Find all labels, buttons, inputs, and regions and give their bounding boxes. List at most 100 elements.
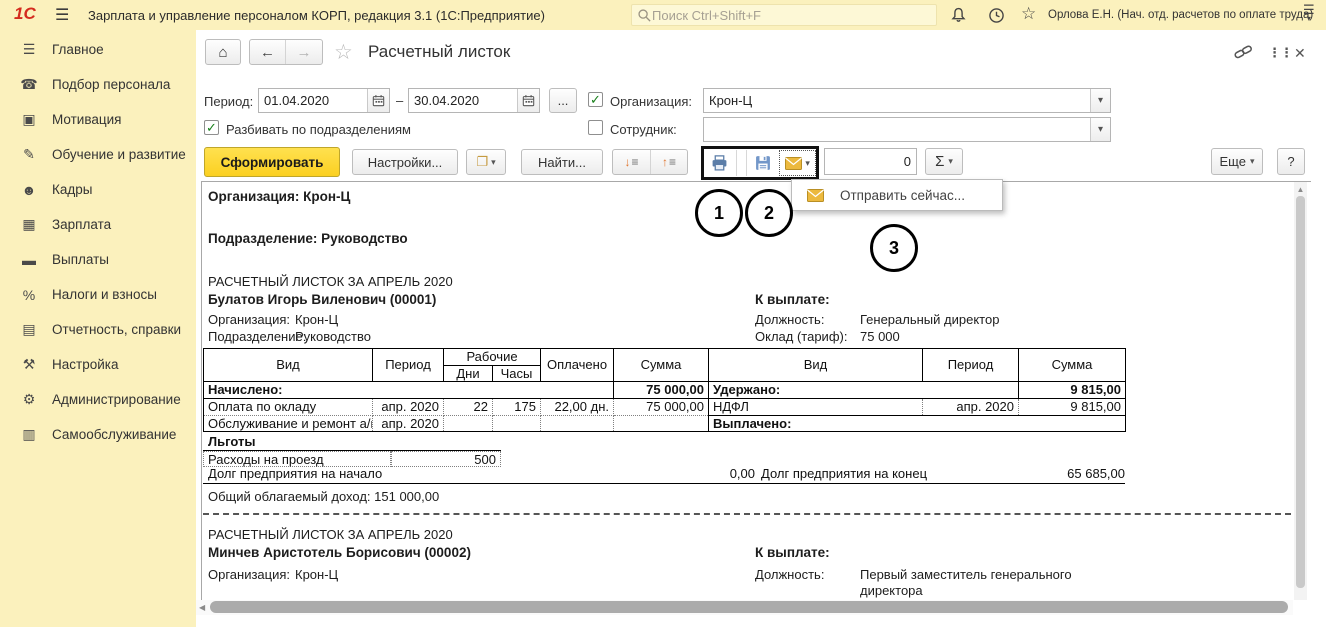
report-variants-button[interactable]: ❐ ▾ — [466, 149, 506, 175]
arrow-down-icon: ↓ — [624, 155, 630, 169]
send-now-menu-item[interactable]: Отправить сейчас... — [792, 180, 1002, 210]
taxable-income-line: Общий облагаемый доход: 151 000,00 — [208, 489, 439, 504]
scroll-left-icon[interactable]: ◀ — [199, 603, 205, 612]
ellipsis-label: ... — [558, 93, 569, 108]
global-search[interactable] — [631, 4, 937, 26]
sidebar-item-taxes[interactable]: %Налоги и взносы — [0, 277, 196, 312]
highlighted-toolbar-group: ▾ — [701, 146, 819, 180]
sidebar-item-salary[interactable]: ▦Зарплата — [0, 207, 196, 242]
generate-button[interactable]: Сформировать — [204, 147, 340, 177]
wrench-icon: ⚒ — [17, 356, 41, 373]
annotation-number: 3 — [889, 238, 899, 259]
find-button[interactable]: Найти... — [521, 149, 603, 175]
organization-checkbox[interactable]: ✓ — [588, 92, 603, 107]
search-input[interactable] — [652, 8, 912, 23]
favorite-star-icon[interactable]: ☆ — [334, 40, 353, 65]
printer-icon — [711, 155, 728, 171]
menu-icon: ☰ — [17, 41, 41, 58]
sidebar-item-settings[interactable]: ⚒Настройка — [0, 347, 196, 382]
period-variants-button[interactable]: ... — [549, 88, 577, 113]
date-to-input[interactable] — [409, 89, 517, 112]
horizontal-scrollbar-thumb[interactable] — [210, 601, 1288, 613]
accrued-label: Начислено: — [204, 382, 614, 399]
sidebar-item-administration[interactable]: ⚙Администрирование — [0, 382, 196, 417]
table-row: Обслуживание и ремонт а/м апр. 2020 Выпл… — [204, 415, 1126, 432]
annotation-circle-3: 3 — [870, 224, 918, 272]
organization-dropdown-button[interactable]: ▾ — [1090, 89, 1110, 112]
link-icon[interactable] — [1234, 44, 1253, 60]
cell-paid: 22,00 дн. — [541, 398, 614, 415]
close-icon[interactable]: ✕ — [1294, 45, 1306, 62]
header-sum-right: Сумма — [1019, 349, 1126, 382]
to-pay-label: К выплате: — [755, 292, 830, 307]
salary-value: 75 000 — [860, 329, 900, 344]
notifications-bell-icon[interactable] — [950, 7, 967, 24]
benefits-block: Льготы Расходы на проезд 500 — [203, 434, 501, 467]
sidebar-item-motivation[interactable]: ▣Мотивация — [0, 102, 196, 137]
service-menu-icon[interactable]: ☰ ▾ — [1303, 5, 1315, 23]
expand-button[interactable]: ↑≡ — [650, 150, 687, 174]
vertical-scrollbar-thumb[interactable] — [1296, 196, 1305, 588]
forward-button[interactable]: → — [286, 40, 322, 64]
date-to-field — [408, 88, 540, 113]
save-button[interactable] — [747, 150, 779, 176]
sidebar-item-hr[interactable]: ☻Кадры — [0, 172, 196, 207]
more-dots-icon[interactable]: ⋮⋮ — [1268, 45, 1292, 61]
cell-period: апр. 2020 — [373, 415, 444, 432]
split-by-dept-checkbox[interactable]: ✓ — [204, 120, 219, 135]
scroll-up-icon[interactable]: ▲ — [1294, 185, 1307, 194]
debt-start-value: 0,00 — [730, 466, 755, 481]
current-user[interactable]: Орлова Е.Н. (Нач. отд. расчетов по оплат… — [1048, 9, 1313, 21]
send-dropdown-menu: Отправить сейчас... — [791, 179, 1003, 211]
date-from-calendar-button[interactable] — [367, 89, 389, 112]
count-input[interactable] — [825, 149, 916, 174]
salary-label: Оклад (тариф): — [755, 329, 847, 344]
cell-period-right: апр. 2020 — [923, 398, 1019, 415]
sidebar-item-label: Подбор персонала — [52, 77, 170, 92]
sidebar-item-label: Мотивация — [52, 112, 121, 127]
sidebar-item-label: Кадры — [52, 182, 92, 197]
report-icon: ▤ — [17, 321, 41, 338]
chevron-down-icon: ▾ — [805, 158, 810, 169]
collapse-button[interactable]: ↓≡ — [613, 150, 650, 174]
employee-dropdown-button[interactable]: ▾ — [1090, 118, 1110, 141]
sidebar-item-main[interactable]: ☰Главное — [0, 32, 196, 67]
main-menu-icon[interactable]: ☰ — [55, 5, 69, 25]
report-dept-heading: Подразделение: Руководство — [208, 231, 408, 246]
calendar-icon — [522, 94, 535, 107]
settings-button[interactable]: Настройки... — [352, 149, 458, 175]
slip-dept-value: Руководство — [295, 329, 371, 344]
favorites-star-icon[interactable]: ☆ — [1021, 4, 1036, 24]
position-label: Должность: — [755, 312, 824, 327]
sidebar-item-reports[interactable]: ▤Отчетность, справки — [0, 312, 196, 347]
sidebar-item-payments[interactable]: ▬Выплаты — [0, 242, 196, 277]
header-hours: Часы — [493, 365, 541, 382]
date-from-input[interactable] — [259, 89, 367, 112]
find-label: Найти... — [538, 155, 586, 170]
debt-row: Долг предприятия на начало 0,00 Долг пре… — [203, 466, 1125, 484]
payslip-employee: Булатов Игорь Виленович (00001) — [208, 292, 436, 307]
help-button[interactable]: ? — [1277, 148, 1305, 175]
date-to-calendar-button[interactable] — [517, 89, 539, 112]
print-button[interactable] — [704, 150, 736, 176]
slip-org-value: Крон-Ц — [295, 567, 338, 582]
sidebar-item-label: Выплаты — [52, 252, 109, 267]
app-window: 1С ☰ Зарплата и управление персоналом КО… — [0, 0, 1326, 627]
cell-sum: 75 000,00 — [614, 398, 709, 415]
employee-checkbox[interactable] — [588, 120, 603, 135]
back-button[interactable]: ← — [250, 40, 286, 64]
sidebar-item-training[interactable]: ✎Обучение и развитие — [0, 137, 196, 172]
employee-input[interactable] — [704, 118, 1090, 141]
folder-doc-icon: ❐ — [476, 154, 488, 170]
sum-button[interactable]: Σ ▾ — [925, 148, 963, 175]
history-clock-icon[interactable] — [988, 7, 1005, 24]
app-title: Зарплата и управление персоналом КОРП, р… — [88, 8, 545, 23]
sigma-icon: Σ — [935, 153, 944, 170]
home-button[interactable]: ⌂ — [205, 39, 241, 65]
sidebar-item-recruiting[interactable]: ☎Подбор персонала — [0, 67, 196, 102]
sidebar-item-label: Налоги и взносы — [52, 287, 157, 302]
sidebar-item-self-service[interactable]: ▥Самообслуживание — [0, 417, 196, 452]
organization-input[interactable] — [704, 89, 1090, 112]
more-button[interactable]: Еще ▾ — [1211, 148, 1263, 175]
send-email-button[interactable]: ▾ — [779, 150, 816, 176]
